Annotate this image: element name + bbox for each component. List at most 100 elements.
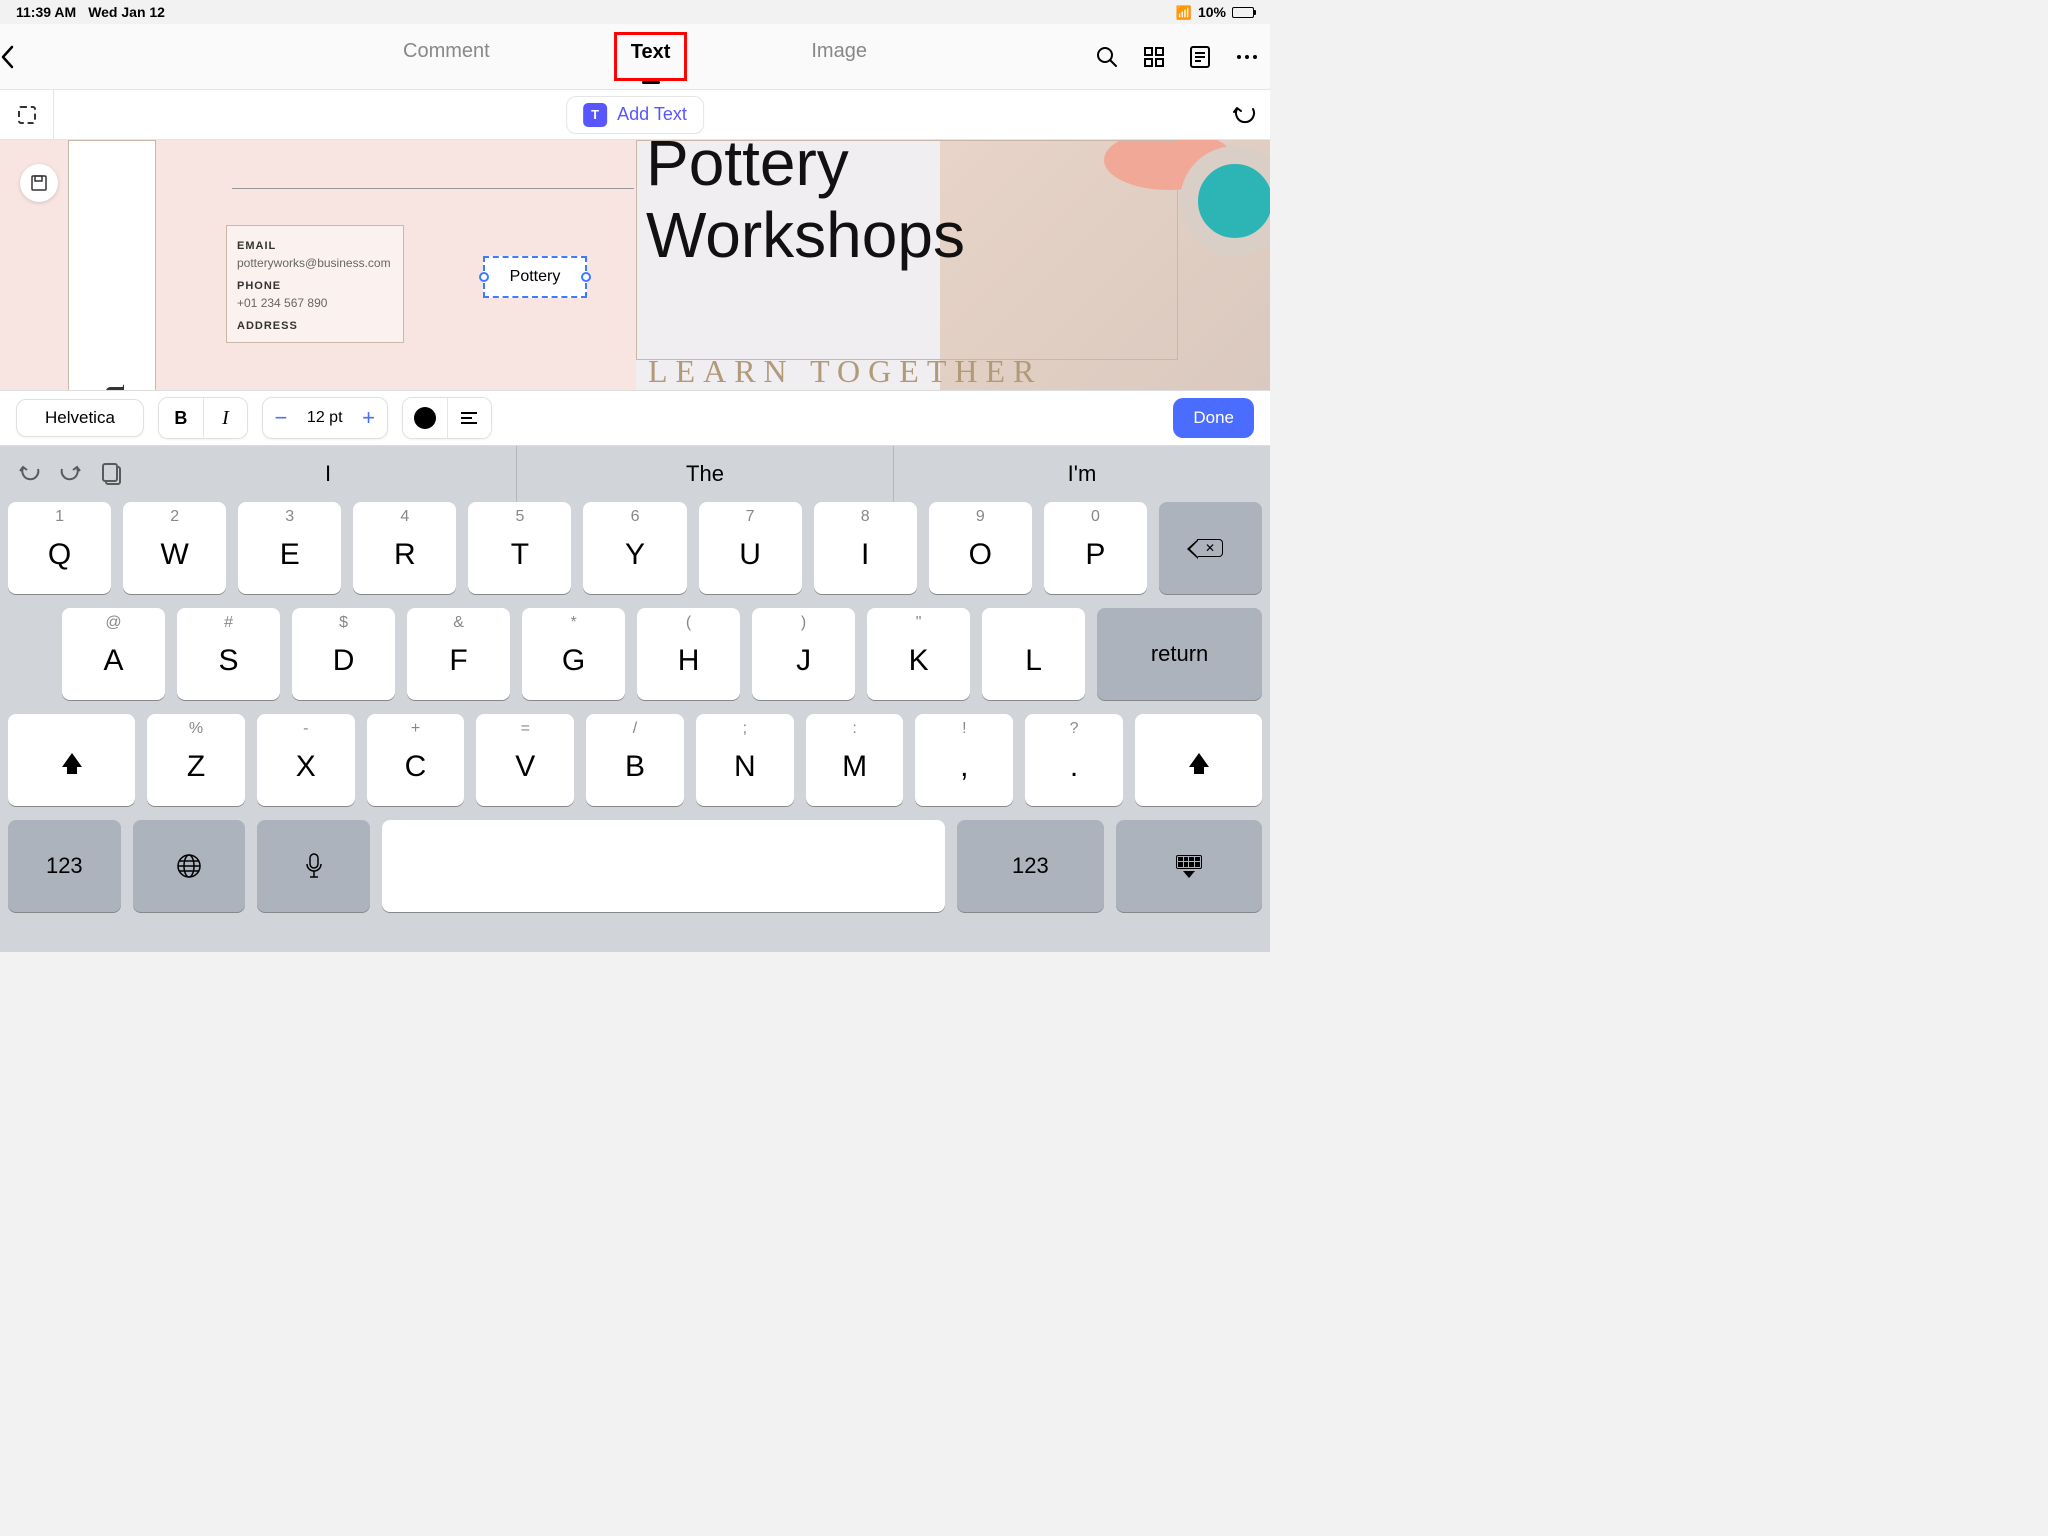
key-w[interactable]: 2W (123, 502, 226, 594)
key-p[interactable]: 0P (1044, 502, 1147, 594)
color-swatch-icon (414, 407, 436, 429)
font-selector[interactable]: Helvetica (16, 399, 144, 437)
key-f[interactable]: &F (407, 608, 510, 700)
battery-percent: 10% (1198, 4, 1226, 20)
key-c[interactable]: +C (367, 714, 465, 806)
hero-title: PotteryWorkshops (646, 140, 965, 271)
key-x[interactable]: -X (257, 714, 355, 806)
tab-text[interactable]: Text (614, 32, 688, 81)
suggestion-2[interactable]: The (516, 446, 893, 502)
key-i[interactable]: 8I (814, 502, 917, 594)
key-numbers-right[interactable]: 123 (957, 820, 1103, 912)
kb-clipboard-icon[interactable] (102, 463, 122, 485)
top-nav: Comment Text Image (0, 24, 1270, 90)
text-edit-field[interactable]: Pottery (483, 256, 587, 298)
keyboard: I The I'm 1Q 2W 3E 4R 5T 6Y 7U 8I 9O 0P … (0, 446, 1270, 952)
font-size-decrease[interactable]: − (263, 398, 299, 438)
key-s[interactable]: #S (177, 608, 280, 700)
kb-redo-icon[interactable] (60, 465, 82, 483)
suggestion-3[interactable]: I'm (893, 446, 1270, 502)
phone-value: +01 234 567 890 (237, 296, 393, 310)
key-q[interactable]: 1Q (8, 502, 111, 594)
key-backspace[interactable]: ✕ (1159, 502, 1262, 594)
key-shift-right[interactable] (1135, 714, 1262, 806)
microphone-icon (305, 853, 323, 879)
key-l[interactable]: L (982, 608, 1085, 700)
key-v[interactable]: =V (476, 714, 574, 806)
status-date: Wed Jan 12 (88, 4, 165, 20)
key-y[interactable]: 6Y (583, 502, 686, 594)
grid-icon[interactable] (1144, 47, 1164, 67)
key-row-1: 1Q 2W 3E 4R 5T 6Y 7U 8I 9O 0P ✕ (8, 502, 1262, 594)
more-icon[interactable] (1236, 54, 1258, 60)
key-u[interactable]: 7U (699, 502, 802, 594)
key-n[interactable]: ;N (696, 714, 794, 806)
undo-button[interactable] (1232, 105, 1256, 125)
save-icon[interactable] (20, 164, 58, 202)
search-icon[interactable] (1096, 46, 1118, 68)
globe-icon (176, 853, 202, 879)
key-k[interactable]: "K (867, 608, 970, 700)
font-size-value[interactable]: 12 pt (299, 409, 351, 427)
add-text-button[interactable]: T Add Text (566, 96, 704, 134)
status-time: 11:39 AM (16, 4, 76, 20)
divider (232, 188, 634, 189)
key-numbers-left[interactable]: 123 (8, 820, 121, 912)
edit-text-value: Pottery (510, 268, 561, 286)
text-format-bar: Helvetica B I − 12 pt + Done (0, 390, 1270, 446)
page-left[interactable]: Inform EMAIL potteryworks@business.com P… (0, 140, 636, 390)
tab-image[interactable]: Image (807, 32, 871, 81)
bold-button[interactable]: B (159, 398, 203, 438)
key-hide-keyboard[interactable] (1116, 820, 1262, 912)
key-o[interactable]: 9O (929, 502, 1032, 594)
document-canvas[interactable]: Inform EMAIL potteryworks@business.com P… (0, 140, 1270, 390)
suggestion-1[interactable]: I (140, 446, 516, 502)
key-row-3: %Z -X +C =V /B ;N :M !, ?. (8, 714, 1262, 806)
done-button[interactable]: Done (1173, 398, 1254, 438)
kb-undo-icon[interactable] (18, 465, 40, 483)
battery-icon (1232, 7, 1254, 18)
italic-button[interactable]: I (203, 398, 247, 438)
align-button[interactable] (447, 398, 491, 438)
resize-handle-right[interactable] (581, 272, 591, 282)
key-globe[interactable] (133, 820, 246, 912)
key-row-4: 123 123 (8, 820, 1262, 912)
key-a[interactable]: @A (62, 608, 165, 700)
sub-toolbar: T Add Text (0, 90, 1270, 140)
key-space[interactable] (382, 820, 945, 912)
text-box-icon: T (583, 103, 607, 127)
shift-icon (62, 753, 82, 767)
font-size-increase[interactable]: + (351, 398, 387, 438)
page-right[interactable]: PotteryWorkshops LEARN TOGETHER (636, 140, 1270, 390)
key-period[interactable]: ?. (1025, 714, 1123, 806)
key-shift-left[interactable] (8, 714, 135, 806)
key-r[interactable]: 4R (353, 502, 456, 594)
key-t[interactable]: 5T (468, 502, 571, 594)
wifi-icon (1176, 4, 1192, 21)
key-e[interactable]: 3E (238, 502, 341, 594)
align-left-icon (461, 412, 477, 424)
address-label: ADDRESS (237, 320, 393, 332)
key-b[interactable]: /B (586, 714, 684, 806)
resize-handle-left[interactable] (479, 272, 489, 282)
add-text-label: Add Text (617, 104, 687, 125)
text-color-button[interactable] (403, 398, 447, 438)
key-g[interactable]: *G (522, 608, 625, 700)
key-d[interactable]: $D (292, 608, 395, 700)
subtitle: LEARN TOGETHER (648, 353, 1042, 390)
contact-info-box: EMAIL potteryworks@business.com PHONE +0… (226, 225, 404, 343)
phone-label: PHONE (237, 280, 393, 292)
key-z[interactable]: %Z (147, 714, 245, 806)
key-return[interactable]: return (1097, 608, 1262, 700)
email-label: EMAIL (237, 240, 393, 252)
key-m[interactable]: :M (806, 714, 904, 806)
panel-icon[interactable] (1190, 46, 1210, 68)
marquee-select-tool[interactable] (0, 90, 54, 139)
key-j[interactable]: )J (752, 608, 855, 700)
tab-comment[interactable]: Comment (399, 32, 494, 81)
key-comma[interactable]: !, (915, 714, 1013, 806)
shift-icon (1189, 753, 1209, 767)
key-dictation[interactable] (257, 820, 370, 912)
back-button[interactable] (0, 45, 60, 69)
key-h[interactable]: (H (637, 608, 740, 700)
